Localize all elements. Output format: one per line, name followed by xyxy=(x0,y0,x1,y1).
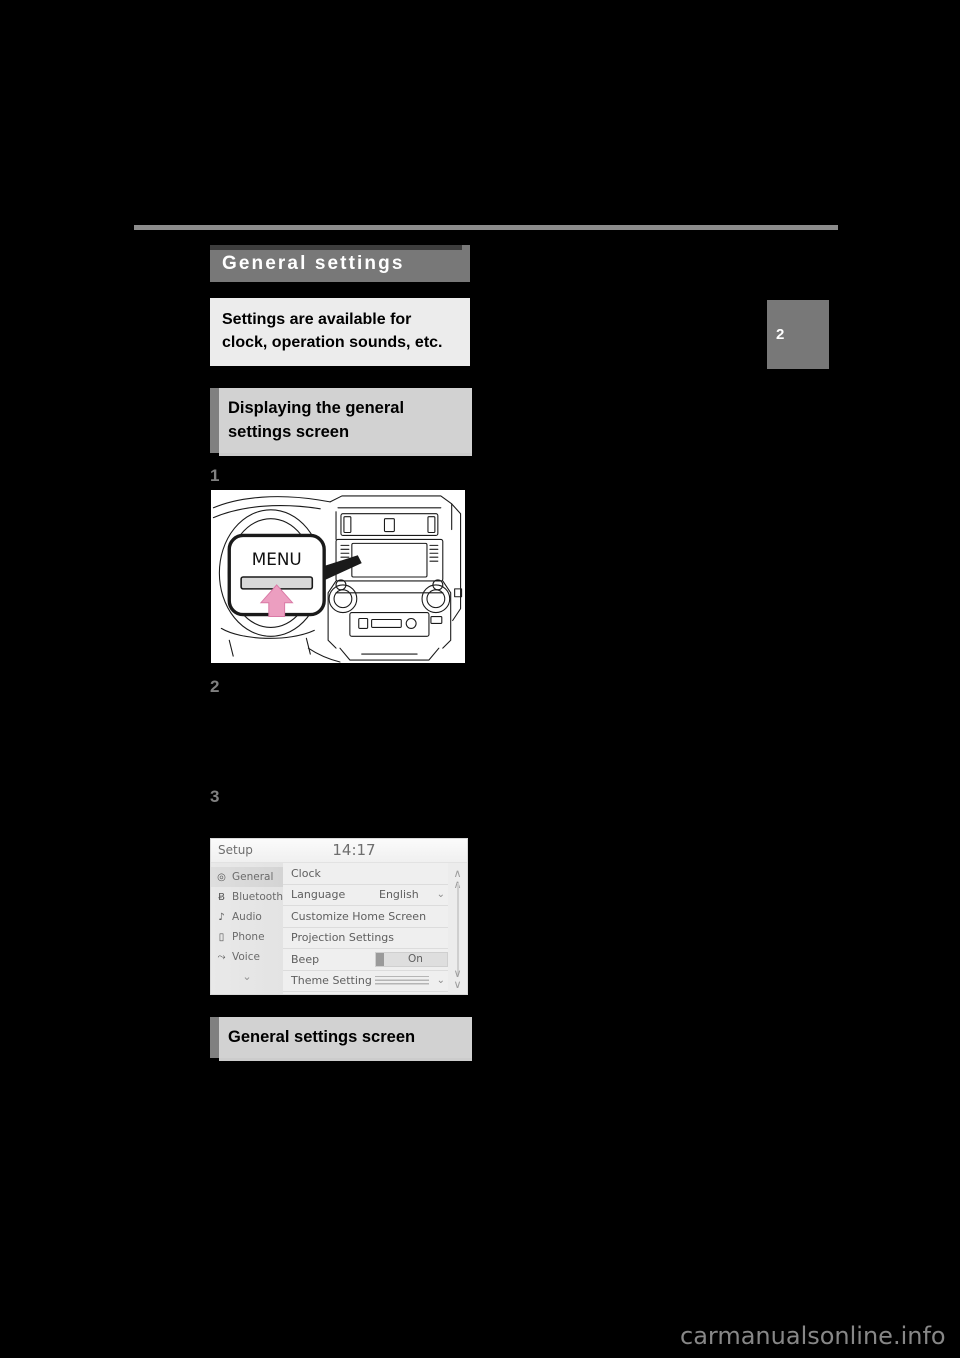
section-description: Settings are available for clock, operat… xyxy=(210,298,470,366)
voice-icon: ⤳ xyxy=(217,951,226,963)
section-title: General settings xyxy=(210,245,470,282)
settings-row-beep[interactable]: Beep On xyxy=(283,949,467,971)
sidebar-item-phone[interactable]: ▯ Phone xyxy=(211,927,283,947)
chapter-tab: 2 xyxy=(767,300,829,369)
general-settings-screen-image: Setup 14:17 ◎ General Ƀ Bluetooth ♪ Audi xyxy=(210,838,468,995)
watermark: carmanualsonline.info xyxy=(680,1322,946,1350)
nav-topbar: Setup 14:17 xyxy=(211,839,467,863)
settings-row-customize-home-screen[interactable]: Customize Home Screen xyxy=(283,906,467,928)
step-3-body-spacer xyxy=(210,810,470,838)
sidebar-item-bluetooth[interactable]: Ƀ Bluetooth xyxy=(211,887,283,907)
step-number-2: 2 xyxy=(210,677,220,696)
chapter-tab-number: 2 xyxy=(776,326,785,343)
settings-row-label: Clock xyxy=(291,866,321,880)
sidebar-item-label: Phone xyxy=(232,931,265,943)
step-number-3: 3 xyxy=(210,787,220,806)
nav-body: ◎ General Ƀ Bluetooth ♪ Audio ▯ Phone ⤳ … xyxy=(211,863,467,994)
scroll-down-icon[interactable]: ∨ ∨ xyxy=(448,968,467,990)
settings-row-theme-setting[interactable]: Theme Setting ⌄ xyxy=(283,971,467,992)
dashboard-illustration: MENU xyxy=(210,489,466,664)
sidebar-item-label: Voice xyxy=(232,951,260,963)
beep-toggle[interactable]: On xyxy=(375,951,448,967)
settings-row-projection-settings[interactable]: Projection Settings xyxy=(283,928,467,949)
sidebar-item-voice[interactable]: ⤳ Voice xyxy=(211,947,283,967)
nav-scrollbar[interactable]: ∧∧ ∨∨ xyxy=(448,863,467,994)
toggle-knob xyxy=(376,952,384,966)
toggle-state-label: On xyxy=(408,953,423,965)
screen-caption-heading: General settings screen xyxy=(210,1017,472,1061)
manual-page: 2 General settings Settings are availabl… xyxy=(0,0,960,1358)
section-title-shadow xyxy=(210,245,462,250)
theme-swatch-icon xyxy=(375,975,429,987)
sidebar-item-label: Audio xyxy=(232,911,262,923)
phone-icon: ▯ xyxy=(218,931,225,943)
content-column: General settings Settings are available … xyxy=(210,245,472,1061)
settings-row-label: Customize Home Screen xyxy=(291,909,427,923)
chevron-down-icon[interactable]: ⌄ xyxy=(437,889,445,900)
step-number-1: 1 xyxy=(210,466,220,485)
step-2-body-spacer xyxy=(210,700,470,774)
scrollbar-track[interactable] xyxy=(457,883,459,975)
chevron-down-icon[interactable]: ⌄ xyxy=(437,975,445,986)
sidebar-item-label: Bluetooth xyxy=(232,891,283,903)
settings-row-label: Projection Settings xyxy=(291,931,395,945)
sidebar-item-audio[interactable]: ♪ Audio xyxy=(211,907,283,927)
bluetooth-icon: Ƀ xyxy=(218,891,225,903)
settings-row-value: English xyxy=(379,888,419,902)
settings-row-clock[interactable]: Clock xyxy=(283,863,467,885)
sidebar-item-general[interactable]: ◎ General xyxy=(211,867,283,887)
nav-sidebar: ◎ General Ƀ Bluetooth ♪ Audio ▯ Phone ⤳ … xyxy=(211,863,283,994)
settings-row-label: Beep xyxy=(291,952,320,966)
chevron-down-icon[interactable]: ⌄ xyxy=(211,970,283,983)
nav-clock: 14:17 xyxy=(332,841,376,859)
dashboard-svg: MENU xyxy=(211,490,465,663)
sidebar-item-label: General xyxy=(232,871,274,883)
menu-button-label: MENU xyxy=(252,549,302,569)
subsection-heading: Displaying the general settings screen xyxy=(210,388,472,456)
settings-row-label: Language xyxy=(291,888,346,902)
settings-row-language[interactable]: Language English ⌄ xyxy=(283,885,467,906)
target-icon: ◎ xyxy=(217,871,226,883)
header-rule xyxy=(134,225,838,230)
settings-row-label: Theme Setting xyxy=(291,974,372,988)
music-note-icon: ♪ xyxy=(218,911,225,923)
nav-settings-list: Clock Language English ⌄ Customize Home … xyxy=(283,863,467,994)
